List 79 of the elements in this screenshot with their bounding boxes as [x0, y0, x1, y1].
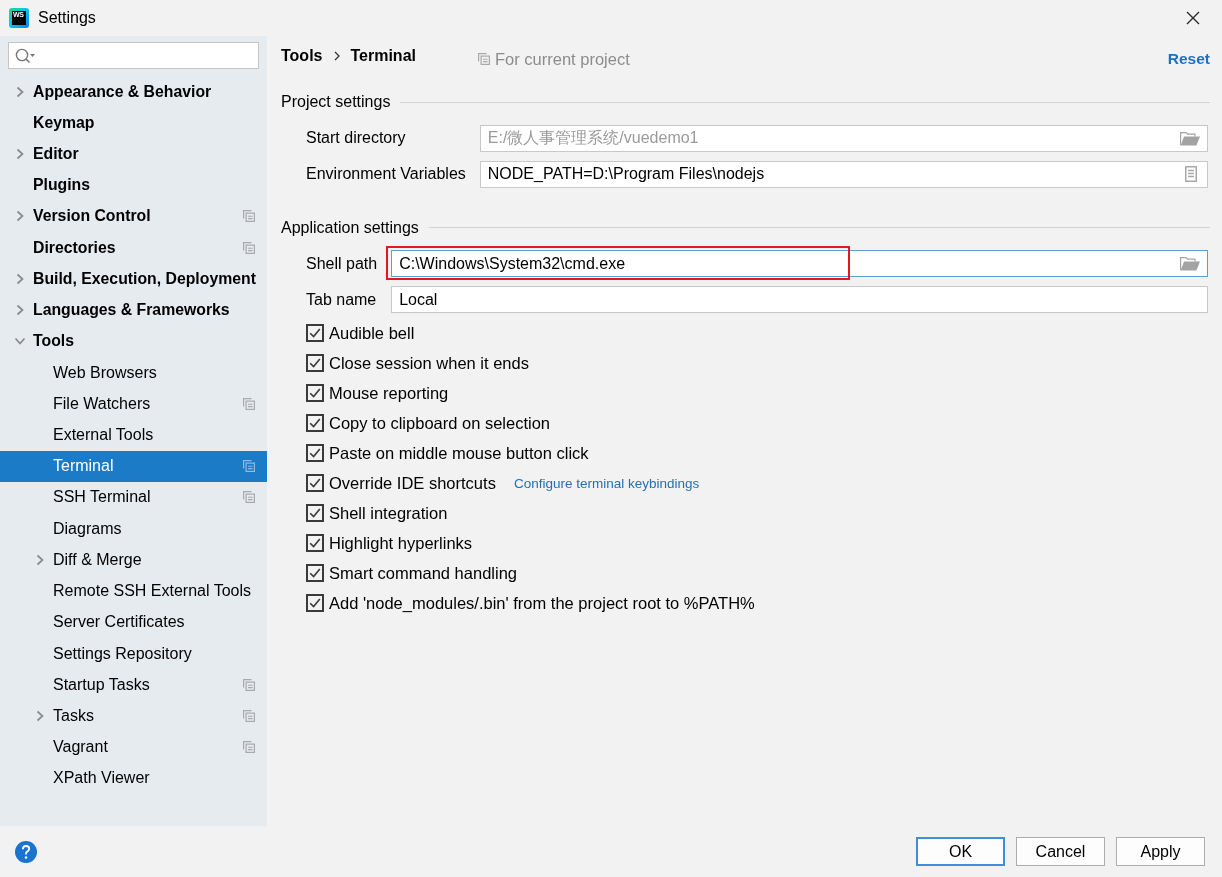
text-field[interactable]: Local — [391, 286, 1208, 313]
window-title: Settings — [38, 9, 96, 27]
sidebar-item[interactable]: Keymap — [0, 107, 267, 139]
search-icon[interactable] — [15, 47, 35, 64]
chevron-right-icon[interactable] — [16, 85, 24, 98]
sidebar-item[interactable]: Directories — [0, 232, 267, 264]
sidebar-item[interactable]: External Tools — [0, 419, 267, 451]
sidebar-item[interactable]: XPath Viewer — [0, 762, 267, 795]
chevron-right-icon[interactable] — [16, 304, 24, 317]
sidebar-item[interactable]: File Watchers — [0, 388, 267, 420]
checkbox-label: Add 'node_modules/.bin' from the project root to %PATH% — [329, 593, 755, 613]
checkbox[interactable] — [306, 474, 324, 492]
document-icon[interactable] — [1185, 166, 1197, 182]
checkbox[interactable] — [306, 534, 324, 552]
breadcrumb-item: Terminal — [350, 47, 416, 65]
sidebar-item[interactable]: Remote SSH External Tools — [0, 575, 267, 607]
checkbox-label: Copy to clipboard on selection — [329, 413, 551, 433]
section-title: Application settings — [281, 218, 419, 237]
sidebar-item[interactable]: SSH Terminal — [0, 481, 267, 514]
field-label: Start directory — [306, 129, 407, 147]
folder-icon[interactable] — [1180, 130, 1200, 146]
checkbox-label: Highlight hyperlinks — [329, 533, 473, 553]
chevron-down-icon[interactable] — [14, 337, 26, 346]
sidebar-item[interactable]: Editor — [0, 138, 267, 170]
sidebar-item[interactable]: Languages & Frameworks — [0, 294, 267, 326]
dialog-button[interactable]: OK — [916, 837, 1005, 866]
field-label: Shell path — [306, 254, 378, 273]
sidebar-item[interactable]: Build, Execution, Deployment — [0, 263, 267, 295]
checkbox[interactable] — [306, 354, 324, 372]
reset-link[interactable]: Reset — [1167, 50, 1210, 68]
checkbox[interactable] — [306, 564, 324, 582]
dialog-button[interactable]: Cancel — [1016, 837, 1105, 866]
checkbox[interactable] — [306, 324, 324, 342]
checkbox-label: Audible bell — [329, 323, 415, 343]
checkbox[interactable] — [306, 594, 324, 612]
checkbox-label: Mouse reporting — [329, 383, 449, 403]
checkbox-label: Override IDE shortcuts — [329, 473, 496, 493]
sidebar-item[interactable]: Server Certificates — [0, 606, 267, 638]
text-field[interactable]: C:\Windows\System32\cmd.exe — [391, 250, 1208, 277]
chevron-right-icon[interactable] — [16, 272, 24, 285]
folder-icon[interactable] — [1180, 256, 1200, 271]
sidebar-item[interactable]: Diff & Merge — [0, 544, 267, 576]
checkbox[interactable] — [306, 444, 324, 462]
search-field[interactable] — [8, 42, 259, 69]
sidebar-item[interactable]: Vagrant — [0, 731, 267, 763]
chevron-right-icon[interactable] — [16, 148, 24, 161]
text-field[interactable]: E:/微人事管理系统/vuedemo1 — [479, 124, 1208, 152]
help-icon[interactable] — [15, 840, 37, 863]
chevron-right-icon[interactable] — [36, 710, 44, 722]
chevron-right-icon[interactable] — [16, 210, 24, 223]
keybindings-link[interactable]: Configure terminal keybindings — [513, 475, 700, 491]
sidebar-item[interactable]: Settings Repository — [0, 637, 267, 670]
checkbox[interactable] — [306, 414, 324, 432]
sidebar-item[interactable]: Appearance & Behavior — [0, 76, 267, 108]
checkbox-label: Close session when it ends — [329, 353, 529, 373]
sidebar-item[interactable]: Diagrams — [0, 513, 267, 545]
checkbox[interactable] — [306, 504, 324, 522]
checkbox-label: Paste on middle mouse button click — [329, 443, 589, 463]
breadcrumb-item: Tools — [281, 47, 323, 65]
sidebar-item[interactable]: Version Control — [0, 200, 267, 233]
chevron-right-icon — [334, 51, 341, 61]
checkbox-label: Smart command handling — [329, 563, 517, 583]
sidebar-item[interactable]: Terminal — [0, 450, 267, 482]
close-icon — [1186, 11, 1200, 25]
text-field[interactable]: NODE_PATH=D:\Program Files\nodejs — [479, 160, 1208, 188]
copy-icon — [478, 53, 490, 65]
sidebar-item[interactable]: Tools — [0, 325, 267, 357]
scope-note: For current project — [495, 49, 630, 69]
sidebar-item[interactable]: Startup Tasks — [0, 669, 267, 701]
checkbox[interactable] — [306, 384, 324, 402]
section-title: Project settings — [281, 93, 391, 111]
checkbox-label: Shell integration — [329, 503, 448, 523]
sidebar-item[interactable]: Web Browsers — [0, 356, 267, 389]
field-label: Tab name — [306, 290, 378, 309]
field-label: Environment Variables — [306, 165, 466, 183]
dialog-button[interactable]: Apply — [1116, 837, 1205, 866]
sidebar-item[interactable]: Tasks — [0, 700, 267, 732]
chevron-right-icon[interactable] — [36, 553, 44, 566]
sidebar-item[interactable]: Plugins — [0, 169, 267, 201]
